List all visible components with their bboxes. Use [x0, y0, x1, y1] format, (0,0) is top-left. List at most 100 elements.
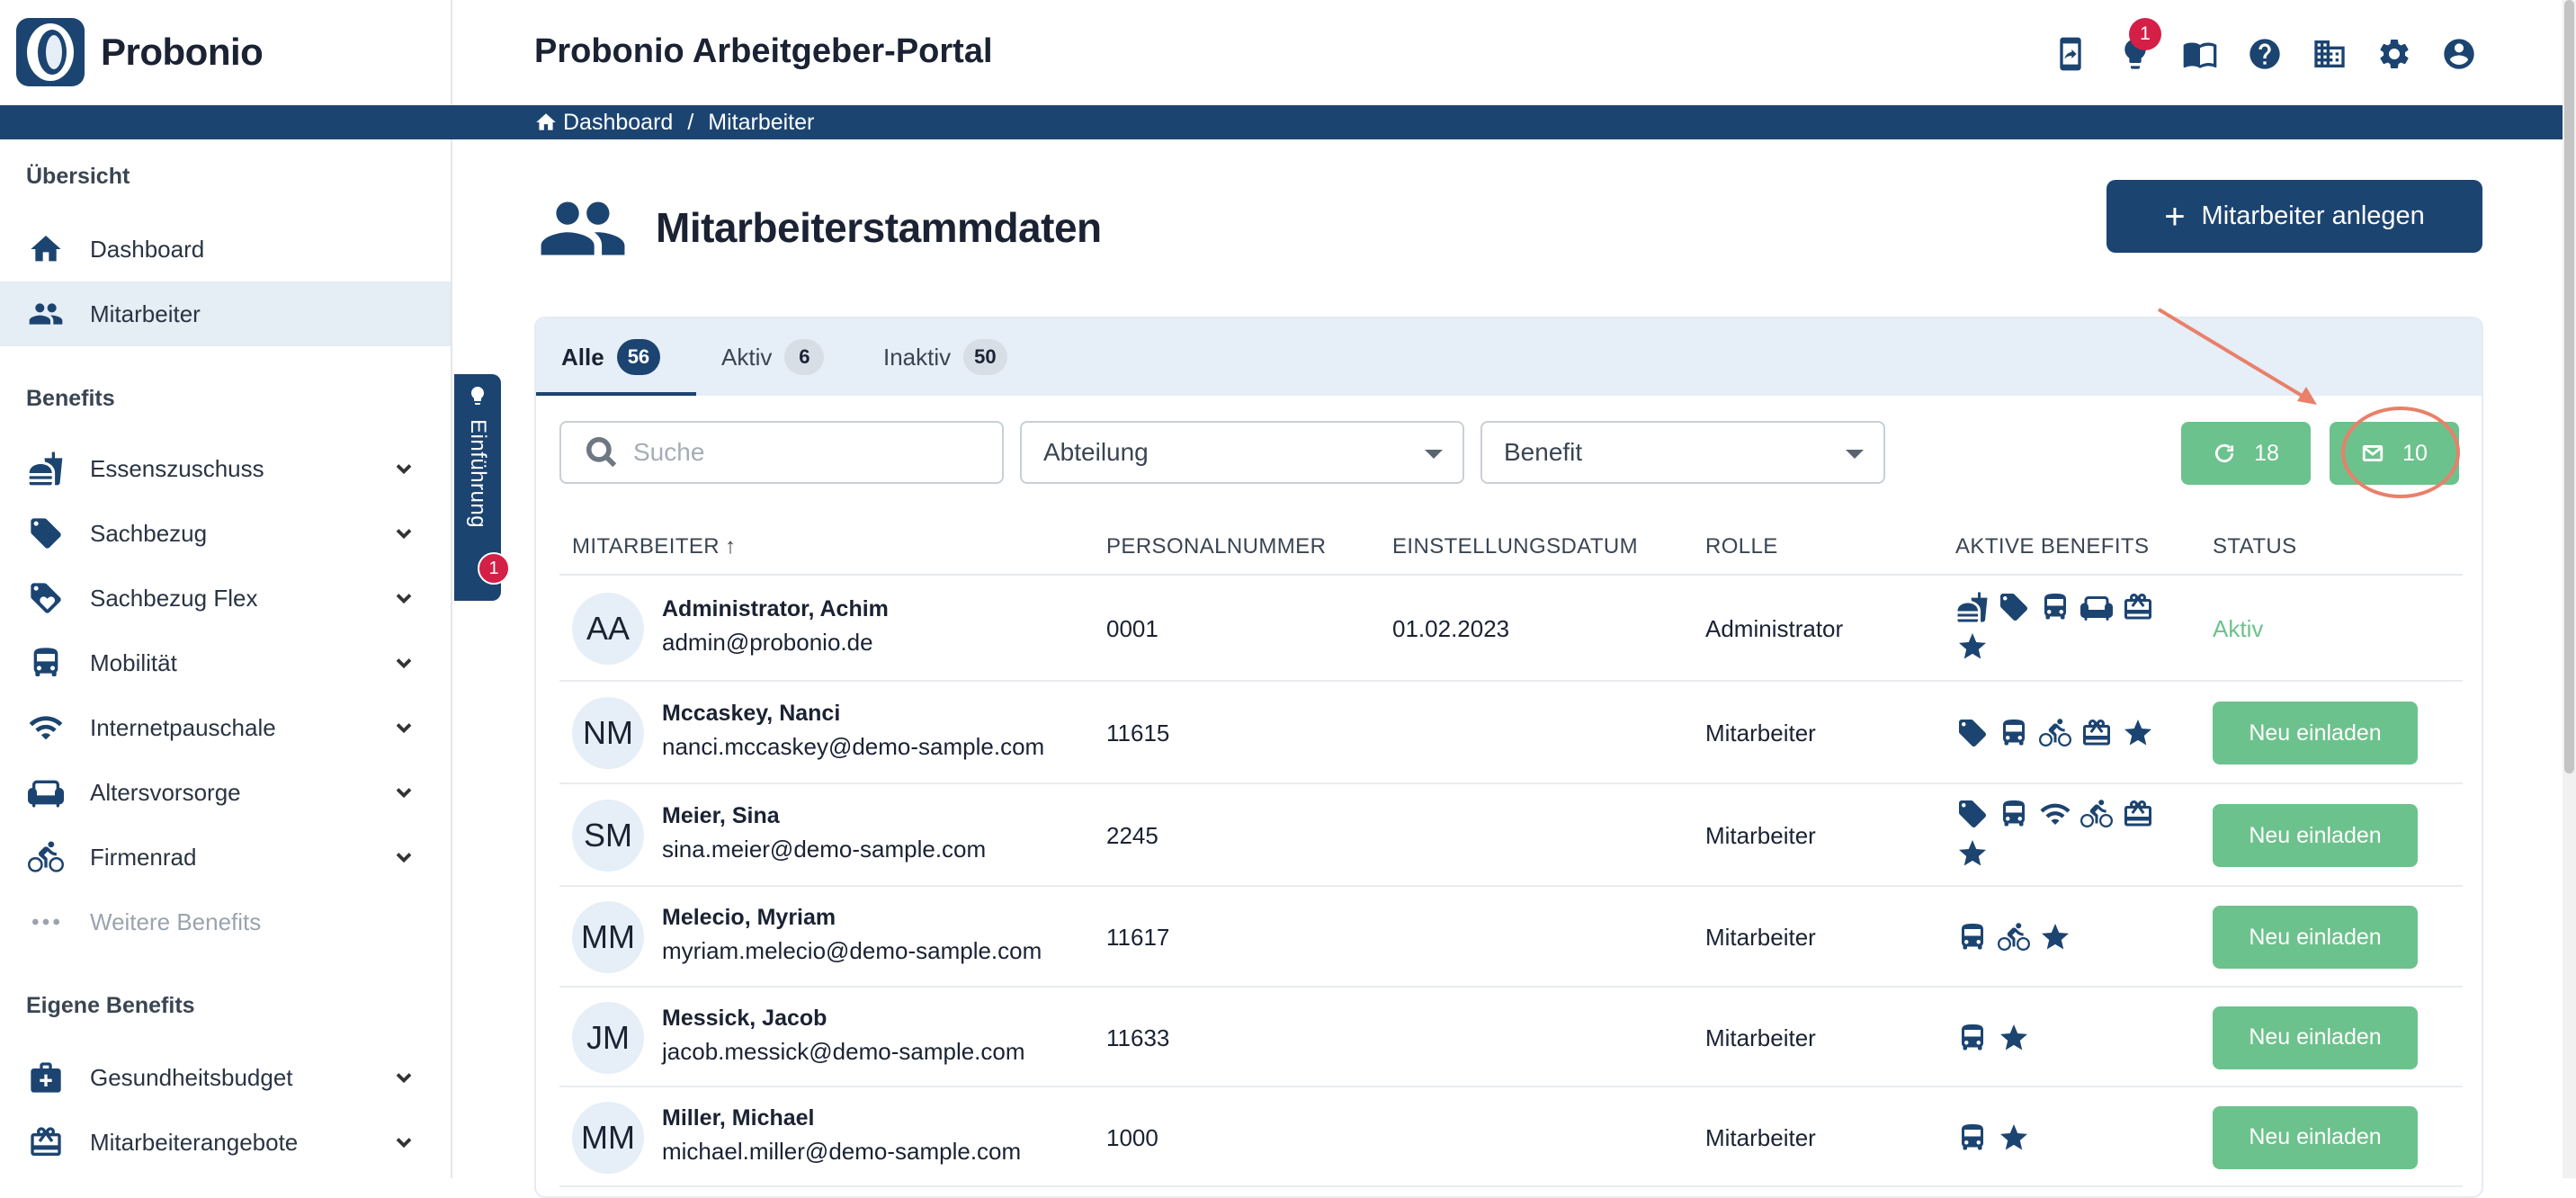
sidebar-item-gesundheitsbudget[interactable]: Gesundheitsbudget	[0, 1045, 451, 1110]
help-icon[interactable]	[2242, 34, 2287, 74]
table-header: MITARBEITER ↑ PERSONALNUMMER EINSTELLUNGS…	[559, 516, 2463, 576]
tab-aktiv[interactable]: Aktiv 6	[721, 318, 825, 396]
add-employee-button[interactable]: + Mitarbeiter anlegen	[2106, 180, 2482, 253]
chevron-down-icon[interactable]	[391, 456, 416, 481]
tab-count: 56	[616, 339, 661, 375]
reinvite-button[interactable]: Neu einladen	[2213, 906, 2418, 969]
tab-label: Aktiv	[721, 343, 773, 371]
breadcrumb-current: Mitarbeiter	[708, 109, 815, 135]
bus-icon	[1955, 1022, 1990, 1054]
avatar: JM	[572, 1001, 644, 1074]
company-icon[interactable]	[2307, 34, 2352, 74]
refresh-button[interactable]: 18	[2181, 422, 2311, 485]
role: Mitarbeiter	[1705, 720, 1816, 747]
sidebar-item-mitarbeiterangebote[interactable]: Mitarbeiterangebote	[0, 1110, 451, 1175]
table-row[interactable]: AA Administrator, Achim admin@probonio.de 0…	[559, 576, 2463, 682]
sidebar-item-mitarbeiter[interactable]: Mitarbeiter	[0, 282, 451, 346]
sidebar-item-internetpauschale[interactable]: Internetpauschale	[0, 695, 451, 760]
chevron-down-icon[interactable]	[391, 521, 416, 546]
personnel-number: 2245	[1106, 822, 1158, 849]
sidebar-item-sachbezug-flex[interactable]: Sachbezug Flex	[0, 566, 451, 630]
sidebar-item-altersvorsorge[interactable]: Altersvorsorge	[0, 760, 451, 825]
sidebar-item-essenszuschuss[interactable]: Essenszuschuss	[0, 436, 451, 501]
employee-name[interactable]: Miller, Michael	[662, 1105, 815, 1131]
reinvite-button[interactable]: Neu einladen	[2213, 804, 2418, 867]
sidebar-item-label: Firmenrad	[90, 843, 197, 871]
chevron-down-icon[interactable]	[391, 1130, 416, 1155]
sidebar-item-weitere-benefits[interactable]: Weitere Benefits	[0, 890, 451, 954]
chevron-down-icon[interactable]	[391, 715, 416, 740]
role: Mitarbeiter	[1705, 1024, 1816, 1051]
column-header-status[interactable]: STATUS	[2213, 534, 2297, 559]
reinvite-button[interactable]: Neu einladen	[2213, 1105, 2418, 1169]
column-header-mitarbeiter[interactable]: MITARBEITER ↑	[572, 534, 736, 559]
sofa-icon	[2080, 591, 2114, 623]
mobile-icon[interactable]	[2048, 34, 2093, 74]
chevron-down-icon[interactable]	[391, 780, 416, 805]
account-icon[interactable]	[2437, 34, 2482, 74]
tab-label: Inaktiv	[883, 343, 952, 371]
app-title: Probonio Arbeitgeber-Portal	[534, 32, 993, 70]
sidebar-item-sachbezug[interactable]: Sachbezug	[0, 501, 451, 566]
bike-icon	[26, 839, 66, 875]
table-row[interactable]: JM Messick, Jacob jacob.messick@demo-sampl…	[559, 988, 2463, 1087]
bus-icon	[1955, 1122, 1990, 1154]
breadcrumb-bar: Dashboard / Mitarbeiter	[0, 105, 2563, 139]
search-icon	[585, 435, 619, 469]
chevron-down-icon[interactable]	[391, 1065, 416, 1090]
employee-name[interactable]: Administrator, Achim	[662, 596, 889, 622]
column-header-einstellungsdatum[interactable]: EINSTELLUNGSDATUM	[1392, 534, 1638, 559]
reinvite-button[interactable]: Neu einladen	[2213, 702, 2418, 764]
breadcrumb-home-link[interactable]: Dashboard	[563, 110, 673, 136]
employee-name[interactable]: Meier, Sina	[662, 803, 780, 829]
sidebar-item-label: Altersvorsorge	[90, 778, 241, 806]
sidebar-item-label: Sachbezug Flex	[90, 584, 258, 612]
employee-name[interactable]: Mccaskey, Nanci	[662, 701, 840, 727]
breadcrumb-separator: /	[687, 109, 694, 135]
chevron-down-icon[interactable]	[391, 845, 416, 870]
sort-arrow-icon: ↑	[724, 534, 737, 559]
home-icon	[26, 231, 66, 267]
employee-name[interactable]: Messick, Jacob	[662, 1006, 827, 1032]
refresh-count: 18	[2254, 440, 2279, 466]
page-scrollbar-thumb[interactable]	[2564, 0, 2574, 773]
section-overview: Übersicht	[26, 164, 130, 189]
sidebar-item-label: Sachbezug	[90, 519, 208, 547]
status-badge: Aktiv	[2213, 615, 2264, 642]
sidebar-item-dashboard[interactable]: Dashboard	[0, 217, 451, 282]
bike-icon	[1997, 921, 2031, 953]
top-icon-group: 1	[2048, 18, 2482, 74]
section-own-benefits: Eigene Benefits	[26, 993, 195, 1018]
book-icon[interactable]	[2178, 34, 2223, 74]
reinvite-button[interactable]: Neu einladen	[2213, 1006, 2418, 1069]
chevron-down-icon[interactable]	[391, 650, 416, 675]
benefit-select[interactable]: Benefit	[1480, 421, 1885, 484]
avatar: NM	[572, 697, 644, 769]
benefit-select-value: Benefit	[1504, 438, 1583, 466]
tag-flex-icon	[26, 580, 66, 616]
column-header-rolle[interactable]: ROLLE	[1705, 534, 1778, 559]
brand-logo[interactable]: Probonio	[14, 16, 264, 88]
sidebar-item-mobilitaet[interactable]: Mobilität	[0, 630, 451, 695]
employee-name[interactable]: Melecio, Myriam	[662, 905, 836, 931]
department-select[interactable]: Abteilung	[1020, 421, 1464, 484]
column-header-personalnummer[interactable]: PERSONALNUMMER	[1106, 534, 1326, 559]
sidebar-item-firmenrad[interactable]: Firmenrad	[0, 825, 451, 890]
refresh-icon	[2215, 443, 2234, 463]
personnel-number: 11617	[1106, 924, 1170, 951]
role: Administrator	[1705, 615, 1844, 642]
star-icon	[1955, 630, 1990, 663]
sidebar: Probonio Übersicht Dashboard Mitarbeiter…	[0, 0, 452, 1178]
section-benefits: Benefits	[26, 386, 115, 411]
gift-card-icon	[2121, 798, 2155, 830]
gear-icon[interactable]	[2372, 34, 2417, 74]
tab-inaktiv[interactable]: Inaktiv 50	[883, 318, 1007, 396]
table-row[interactable]: MM Miller, Michael michael.miller@demo-sam…	[559, 1087, 2463, 1187]
table-row[interactable]: NM Mccaskey, Nanci nanci.mccaskey@demo-sam…	[559, 682, 2463, 784]
chevron-down-icon[interactable]	[391, 586, 416, 611]
tab-alle[interactable]: Alle 56	[561, 318, 661, 396]
search-input[interactable]: Suche	[559, 421, 1004, 484]
lightbulb-icon[interactable]: 1	[2113, 18, 2161, 74]
table-row[interactable]: MM Melecio, Myriam myriam.melecio@demo-sam…	[559, 887, 2463, 988]
table-row[interactable]: SM Meier, Sina sina.meier@demo-sample.com 2…	[559, 784, 2463, 887]
